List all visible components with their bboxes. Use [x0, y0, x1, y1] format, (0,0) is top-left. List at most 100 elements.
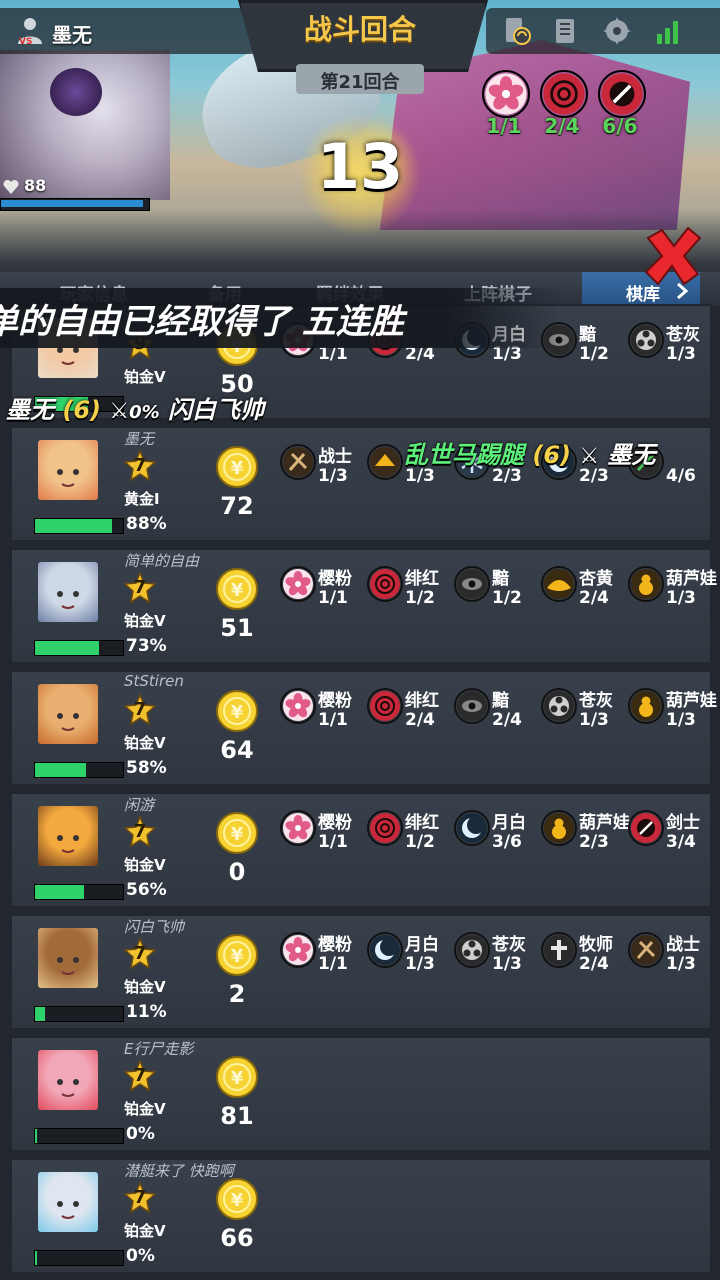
crimson-rose-icon [367, 810, 403, 846]
player-hp-fill [35, 1129, 37, 1143]
player-hp-percent: 73% [126, 636, 167, 656]
player-hp-bar [34, 884, 124, 900]
gold-coin-icon: ¥ [216, 446, 258, 488]
player-row[interactable]: 潜艇来了 快跑啊 7 铂金V 0% ¥66 [10, 1158, 712, 1274]
synergy-count: 1/1 [318, 710, 348, 730]
player-level: 7 [133, 699, 147, 720]
player-avatar[interactable] [38, 806, 98, 866]
player-gold: 2 [228, 980, 246, 1008]
player-avatar[interactable] [38, 1172, 98, 1232]
player-avatar[interactable] [38, 562, 98, 622]
player-name: E行尸走影 [124, 1040, 194, 1058]
synergy-count: 1/3 [666, 588, 696, 608]
synergy-count: 1/1 [318, 954, 348, 974]
player-level: 7 [133, 1065, 147, 1086]
synergy-entry[interactable]: 樱粉 1/1 [280, 684, 366, 748]
synergy-entry[interactable]: 绯红 1/2 [367, 562, 453, 626]
close-icon[interactable] [640, 224, 704, 288]
player-row[interactable]: 闲游 7 铂金V 56% ¥0 樱粉 1/1 绯红 1/2 月白 3/6 葫芦娃… [10, 792, 712, 908]
player-hp-percent: 88% [126, 514, 167, 534]
player-hp-bar [34, 762, 124, 778]
player-hp-bar [34, 1006, 124, 1022]
synergy-count: 4/6 [666, 466, 696, 486]
synergy-entry[interactable]: 苍灰 1/3 [628, 318, 714, 382]
player-rank: 铂金V [124, 368, 166, 386]
synergy-count: 1/3 [405, 954, 435, 974]
synergy-name: 苍灰 [579, 691, 613, 711]
dark-eye-icon [454, 688, 490, 724]
player-avatar[interactable] [38, 928, 98, 988]
synergy-entry[interactable]: 月白 3/6 [454, 806, 540, 870]
synergy-entry[interactable]: 杏黄 2/4 [541, 562, 627, 626]
svg-text:¥: ¥ [231, 824, 244, 845]
player-row[interactable]: E行尸走影 7 铂金V 0% ¥81 [10, 1036, 712, 1152]
triskelion-icon [454, 932, 490, 968]
synergy-entry[interactable]: 月白 1/3 [367, 928, 453, 992]
device-sync-icon[interactable] [502, 16, 532, 46]
player-row[interactable]: StStiren 7 铂金V 58% ¥64 樱粉 1/1 绯红 2/4 黯 2… [10, 670, 717, 786]
synergy-count: 2/4 [579, 588, 609, 608]
synergy-count: 1/3 [666, 710, 696, 730]
synergy-name: 葫芦娃 [666, 691, 717, 711]
synergy-name: 樱粉 [318, 691, 352, 711]
player-hp-fill [35, 641, 99, 655]
synergy-count: 1/1 [318, 832, 348, 852]
face-icon [57, 957, 79, 975]
synergy-name: 绯红 [405, 691, 439, 711]
card-deck-icon[interactable] [550, 16, 580, 46]
synergy-entry[interactable]: 樱粉 1/1 [280, 806, 366, 870]
player-name: 墨无 [124, 430, 155, 448]
synergy-entry[interactable]: 黯 2/4 [454, 684, 540, 748]
player-row[interactable]: 闪白飞帅 7 铂金V 11% ¥2 樱粉 1/1 月白 1/3 苍灰 1/3 牧… [10, 914, 712, 1030]
synergy-entry[interactable]: 苍灰 1/3 [541, 684, 627, 748]
player-avatar[interactable] [38, 1050, 98, 1110]
synergy-name: 战士 [666, 935, 700, 955]
synergy-entry[interactable]: 绯红 1/2 [367, 806, 453, 870]
synergy-name: 牧师 [579, 935, 613, 955]
synergy-entry[interactable]: 剑士 3/4 [628, 806, 714, 870]
gold-coin-icon: ¥ [216, 1178, 258, 1220]
player-avatar[interactable] [38, 684, 98, 744]
synergy-name: 黯 [492, 569, 509, 589]
synergy-entry[interactable]: 黯 1/2 [454, 562, 540, 626]
player-row[interactable]: 简单的自由 7 铂金V 73% ¥51 樱粉 1/1 绯红 1/2 黯 1/2 … [10, 548, 717, 664]
feed-defender: 墨无 [607, 441, 656, 469]
player-hp-fill [35, 519, 112, 533]
synergy-name: 战士 [318, 447, 352, 467]
svg-text:¥: ¥ [231, 580, 244, 601]
player-level: 7 [133, 943, 147, 964]
synergy-entry[interactable]: 战士 1/3 [628, 928, 714, 992]
sword-ring-icon [598, 70, 646, 118]
player-hp-bar [34, 1250, 124, 1266]
synergy-entry[interactable]: 牧师 2/4 [541, 928, 627, 992]
warrior-icon [628, 932, 664, 968]
synergy-entry[interactable]: 樱粉 1/1 [280, 562, 366, 626]
synergy-entry[interactable]: 葫芦娃 1/3 [628, 684, 717, 748]
synergy-entry[interactable]: 战士 1/3 [280, 440, 366, 504]
synergy-entry[interactable]: 苍灰 1/3 [454, 928, 540, 992]
player-gold: 81 [220, 1102, 254, 1130]
synergy-entry[interactable]: 葫芦娃 2/3 [541, 806, 630, 870]
synergy-entry[interactable]: 葫芦娃 1/3 [628, 562, 717, 626]
synergy-count: 1/1 [318, 588, 348, 608]
synergy-count: 1/2 [579, 344, 609, 364]
synergy-count: 1/2 [492, 588, 522, 608]
feed-attacker: 墨无 [6, 396, 54, 424]
active-synergy-count: 6/6 [602, 114, 638, 138]
feed-defender: 闪白飞帅 [168, 396, 265, 424]
synergy-name: 苍灰 [666, 325, 700, 345]
synergy-entry[interactable]: 绯红 2/4 [367, 684, 453, 748]
battle-phase-title: 战斗回合 [303, 13, 416, 46]
triskelion-icon [541, 688, 577, 724]
player-rank: 铂金V [124, 734, 166, 752]
svg-text:¥: ¥ [231, 702, 244, 723]
synergy-name: 葫芦娃 [666, 569, 717, 589]
player-avatar[interactable] [38, 440, 98, 500]
player-hp-value: 88 [24, 176, 47, 195]
player-gold: 64 [220, 736, 254, 764]
settings-gear-icon[interactable] [602, 16, 632, 46]
synergy-name: 杏黄 [579, 569, 613, 589]
synergy-entry[interactable]: 樱粉 1/1 [280, 928, 366, 992]
synergy-name: 绯红 [405, 569, 439, 589]
synergy-name: 樱粉 [318, 935, 352, 955]
